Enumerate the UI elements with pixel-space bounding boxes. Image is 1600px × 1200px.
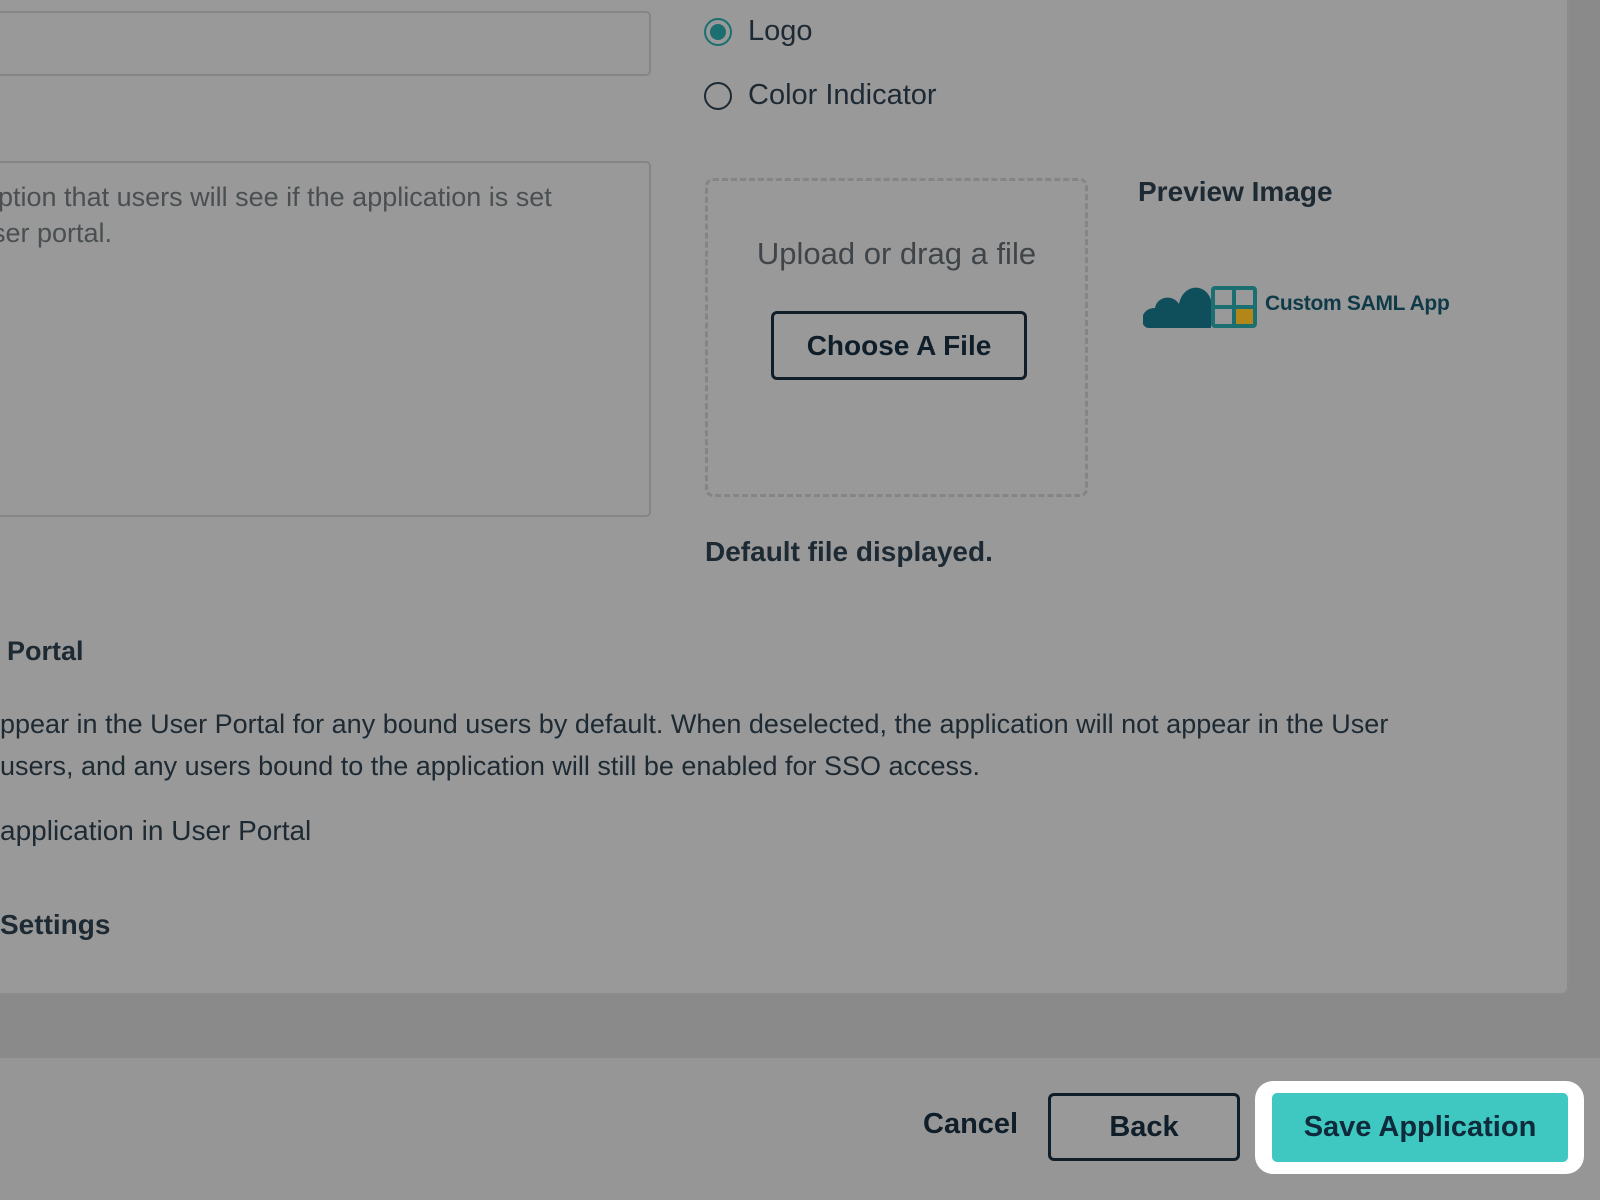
user-portal-heading: Portal (7, 636, 84, 666)
display-name-input[interactable] (0, 11, 651, 76)
dropzone-prompt: Upload or drag a file (756, 236, 1037, 271)
portal-description-line: ppear in the User Portal for any bound u… (0, 709, 1389, 739)
show-in-portal-checkbox-label[interactable]: application in User Portal (0, 815, 311, 847)
radio-label-logo: Logo (748, 15, 813, 47)
radio-label-color-indicator: Color Indicator (748, 79, 937, 111)
portal-description-line: users, and any users bound to the applic… (0, 751, 981, 781)
description-line: iption that users will see if the applic… (0, 182, 552, 212)
cancel-button[interactable]: Cancel (923, 1108, 1018, 1141)
radio-selected-icon[interactable] (704, 17, 732, 46)
preview-image-title: Preview Image (1138, 176, 1333, 207)
preview-app-name: Custom SAML App (1265, 292, 1450, 315)
description-textarea[interactable]: iption that users will see if the applic… (0, 161, 651, 517)
radio-unselected-icon[interactable] (704, 81, 732, 110)
advanced-settings-heading[interactable]: Settings (0, 909, 110, 941)
cloud-grid-logo-icon (1143, 286, 1257, 328)
radio-option-color-indicator[interactable]: Color Indicator (704, 79, 937, 112)
description-line: ser portal. (0, 218, 113, 248)
application-form-panel: iption that users will see if the applic… (0, 0, 1569, 995)
user-portal-description: ppear in the User Portal for any bound u… (0, 703, 1540, 787)
file-dropzone[interactable]: Upload or drag a file Choose A File (705, 178, 1088, 497)
preview-image: Custom SAML App (1143, 278, 1450, 330)
choose-file-button[interactable]: Choose A File (771, 311, 1027, 380)
radio-option-logo[interactable]: Logo (704, 15, 813, 48)
default-file-note: Default file displayed. (705, 536, 993, 567)
back-button[interactable]: Back (1048, 1093, 1240, 1161)
save-application-button[interactable]: Save Application (1272, 1093, 1568, 1162)
